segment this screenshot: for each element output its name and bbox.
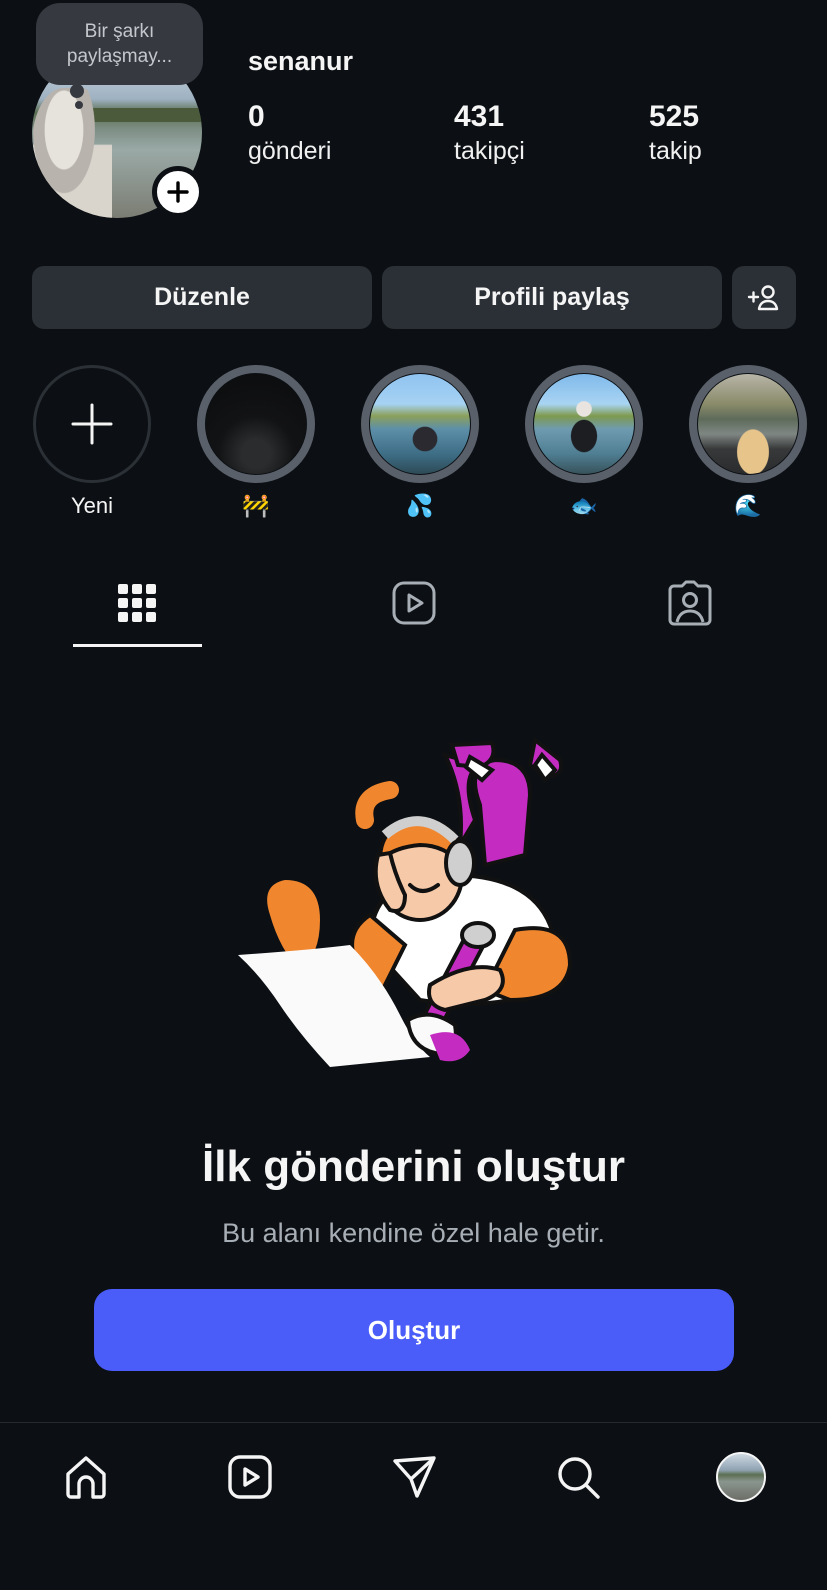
share-profile-button[interactable]: Profili paylaş [382, 266, 722, 329]
avatar [716, 1452, 766, 1502]
create-post-button[interactable]: Oluştur [94, 1289, 734, 1371]
highlight-ring [197, 365, 315, 483]
empty-state-title: İlk gönderini oluştur [202, 1142, 625, 1191]
highlight-label: Yeni [70, 493, 113, 518]
highlight-label: 💦 [406, 493, 434, 518]
edit-profile-button[interactable]: Düzenle [32, 266, 372, 329]
create-post-label: Oluştur [367, 1314, 461, 1345]
stat-value: 525 [649, 100, 700, 133]
share-profile-label: Profili paylaş [474, 283, 630, 311]
lake-portrait-thumbnail [370, 374, 470, 474]
active-tab-indicator [73, 644, 202, 647]
highlight-ring [689, 365, 807, 483]
bottom-nav-divider [0, 1422, 827, 1423]
discover-people-button[interactable] [732, 266, 796, 329]
highlight-ring [361, 365, 479, 483]
tab-tagged[interactable] [665, 578, 715, 628]
stat-label: gönderi [248, 137, 332, 165]
stat-label: takip [649, 137, 702, 165]
grid-icon [118, 584, 156, 622]
note-tail-dot [75, 101, 83, 109]
highlight-new[interactable]: Yeni [28, 365, 156, 519]
empty-state-subtitle: Bu alanı kendine özel hale getir. [222, 1218, 605, 1248]
paper-plane-icon [393, 1456, 436, 1498]
empty-state-illustration [238, 736, 573, 1067]
add-story-button[interactable] [152, 166, 204, 218]
home-icon [66, 1456, 106, 1499]
highlight-item[interactable]: 🐟 [520, 365, 648, 519]
reels-icon [228, 1455, 272, 1499]
note-text: Bir şarkı paylaşmay... [66, 21, 173, 67]
highlight-item[interactable]: 🌊 [684, 365, 812, 519]
highlight-ring [525, 365, 643, 483]
stat-label: takipçi [454, 137, 525, 165]
edit-profile-label: Düzenle [154, 283, 250, 311]
tab-posts[interactable] [112, 578, 162, 628]
nav-profile[interactable] [711, 1447, 771, 1507]
stat-posts[interactable]: 0 gönderi [248, 100, 331, 168]
reels-icon [392, 581, 436, 625]
username: senanur [248, 46, 354, 76]
plus-icon [167, 181, 189, 203]
highlight-ring [33, 365, 151, 483]
night-road-thumbnail [206, 374, 306, 474]
nav-home[interactable] [56, 1447, 116, 1507]
highlight-item[interactable]: 🚧 [192, 365, 320, 519]
highlight-label: 🐟 [570, 493, 598, 518]
stat-followers[interactable]: 431 takipçi [454, 100, 525, 168]
tab-reels[interactable] [389, 578, 439, 628]
note-bubble[interactable]: Bir şarkı paylaşmay... [36, 3, 203, 85]
lake-portrait-thumbnail [534, 374, 634, 474]
search-icon [558, 1457, 600, 1499]
nav-reels[interactable] [220, 1447, 280, 1507]
plus-icon [71, 403, 113, 445]
add-person-icon [747, 284, 779, 310]
highlight-item[interactable]: 💦 [356, 365, 484, 519]
stat-following[interactable]: 525 takip [649, 100, 702, 168]
lake-picnic-thumbnail [698, 374, 798, 474]
stat-value: 431 [454, 100, 505, 133]
nav-direct[interactable] [384, 1447, 444, 1507]
highlight-label: 🚧 [242, 493, 270, 518]
note-tail [70, 84, 84, 98]
tagged-icon [668, 580, 712, 626]
avatar-photo-person [32, 88, 112, 218]
highlight-label: 🌊 [734, 493, 762, 518]
stat-value: 0 [248, 100, 265, 133]
nav-search[interactable] [548, 1447, 608, 1507]
